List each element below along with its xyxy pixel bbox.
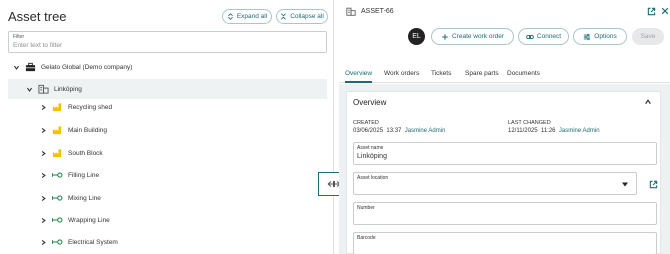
number-label: Number <box>357 205 375 211</box>
created-date: 03/06/2025 <box>353 128 384 134</box>
sliders-icon <box>584 33 591 40</box>
created-by-link[interactable]: Jasmine Admin <box>405 128 446 134</box>
open-external-icon[interactable] <box>647 7 656 16</box>
changed-by-link[interactable]: Jasmine Admin <box>559 128 600 134</box>
save-label: Save <box>640 33 656 40</box>
changed-date: 12/11/2025 <box>508 128 538 134</box>
factory-icon <box>51 148 63 158</box>
asset-location-label: Asset location <box>357 175 389 181</box>
factory-icon <box>51 102 63 112</box>
filter-field[interactable]: Filter <box>8 31 327 53</box>
chevron-right-icon[interactable] <box>39 194 47 202</box>
chevron-right-icon[interactable] <box>39 171 47 179</box>
options-button[interactable]: Options <box>573 28 627 45</box>
asset-name-field[interactable]: Asset name Linköping <box>353 142 657 165</box>
tree-item-label: Filling Line <box>68 171 100 179</box>
tab-documents[interactable]: Documents <box>507 70 540 77</box>
chevron-up-icon[interactable] <box>644 98 652 106</box>
tab-tickets[interactable]: Tickets <box>431 70 451 77</box>
asset-tree-title: Asset tree <box>8 9 67 24</box>
filter-label: Filter <box>13 34 25 40</box>
dropdown-caret-icon[interactable] <box>622 182 628 187</box>
tree-item-mixing-line[interactable]: Mixing Line <box>8 188 327 208</box>
production-line-icon <box>51 215 63 225</box>
link-icon <box>526 34 534 39</box>
connect-label: Connect <box>536 33 562 40</box>
number-field[interactable]: Number <box>353 202 657 225</box>
tree-item-filling-line[interactable]: Filling Line <box>8 165 327 185</box>
changed-value: 12/11/2025 11:26 Jasmine Admin <box>508 128 600 134</box>
active-tab-indicator <box>345 81 372 83</box>
tree-item-wrapping-line[interactable]: Wrapping Line <box>8 210 327 230</box>
overview-card: Overview CREATED 03/06/2025 13:37 Jasmin… <box>346 91 661 254</box>
tab-work-orders[interactable]: Work orders <box>384 70 419 77</box>
asset-name-value[interactable]: Linköping <box>357 153 387 160</box>
chevron-right-icon[interactable] <box>39 216 47 224</box>
created-time: 13:37 <box>386 128 402 134</box>
changed-time: 11:26 <box>540 128 556 134</box>
tree-item-company[interactable]: Gelato Global (Demo company) <box>8 57 327 77</box>
detail-tabs: Overview Work orders Tickets Spare parts… <box>339 67 670 83</box>
chevron-down-icon[interactable] <box>25 85 33 93</box>
tree-item-label: Gelato Global (Demo company) <box>41 63 133 71</box>
expand-all-icon <box>227 13 233 20</box>
tree-item-south-block[interactable]: South Block <box>8 143 327 163</box>
collapse-all-label: Collapse all <box>290 13 324 20</box>
production-line-icon <box>51 193 63 203</box>
chevron-right-icon[interactable] <box>39 149 47 157</box>
created-label: CREATED <box>353 120 379 126</box>
tab-spare-parts[interactable]: Spare parts <box>465 70 499 77</box>
chevron-down-icon[interactable] <box>12 63 20 71</box>
overview-title: Overview <box>353 98 387 107</box>
company-icon <box>24 62 36 72</box>
expand-all-button[interactable]: Expand all <box>222 9 272 24</box>
factory-icon <box>51 125 63 135</box>
close-icon[interactable] <box>661 7 669 15</box>
asset-detail-panel: ASSET-66 EL Create work order Connect Op… <box>339 0 670 254</box>
tree-item-label: Mixing Line <box>68 194 101 202</box>
location-building-icon <box>37 84 49 94</box>
barcode-field[interactable]: Barcode <box>353 232 657 254</box>
asset-location-field[interactable]: Asset location <box>353 172 637 195</box>
options-label: Options <box>594 33 617 40</box>
create-work-order-button[interactable]: Create work order <box>431 28 514 45</box>
collapse-all-icon <box>281 13 287 20</box>
tree-item-label: Electrical System <box>68 238 118 246</box>
tree-item-linkoping[interactable]: Linköping <box>8 79 327 99</box>
tree-item-label: Recycling shed <box>68 103 113 111</box>
filter-input[interactable] <box>13 42 313 49</box>
chevron-right-icon[interactable] <box>39 126 47 134</box>
location-building-icon <box>346 7 356 16</box>
tree-item-label: Main Building <box>68 126 108 134</box>
tree-item-recycling-shed[interactable]: Recycling shed <box>8 97 327 117</box>
save-button[interactable]: Save <box>632 28 664 45</box>
avatar[interactable]: EL <box>408 28 425 45</box>
tree-item-label: South Block <box>68 149 103 157</box>
tree-item-main-building[interactable]: Main Building <box>8 120 327 140</box>
collapse-all-button[interactable]: Collapse all <box>276 9 328 24</box>
asset-name-label: Asset name <box>357 145 384 151</box>
tree-item-label: Wrapping Line <box>68 216 110 224</box>
open-external-icon[interactable] <box>649 180 658 189</box>
tree-item-electrical-system[interactable]: Electrical System <box>8 232 327 252</box>
expand-all-label: Expand all <box>236 13 268 20</box>
chevron-right-icon[interactable] <box>39 238 47 246</box>
production-line-icon <box>51 170 63 180</box>
asset-id: ASSET-66 <box>361 8 394 15</box>
changed-label: LAST CHANGED <box>508 120 551 126</box>
asset-tree-panel: Asset tree Expand all Collapse all Filte… <box>0 0 334 254</box>
create-work-order-label: Create work order <box>451 33 505 40</box>
chevron-right-icon[interactable] <box>39 103 47 111</box>
created-value: 03/06/2025 13:37 Jasmine Admin <box>353 128 445 134</box>
production-line-icon <box>51 237 63 247</box>
connect-button[interactable]: Connect <box>518 28 569 45</box>
plus-icon <box>442 33 448 40</box>
barcode-label: Barcode <box>357 235 376 241</box>
tree-item-label: Linköping <box>54 85 82 93</box>
tab-overview[interactable]: Overview <box>345 70 372 77</box>
